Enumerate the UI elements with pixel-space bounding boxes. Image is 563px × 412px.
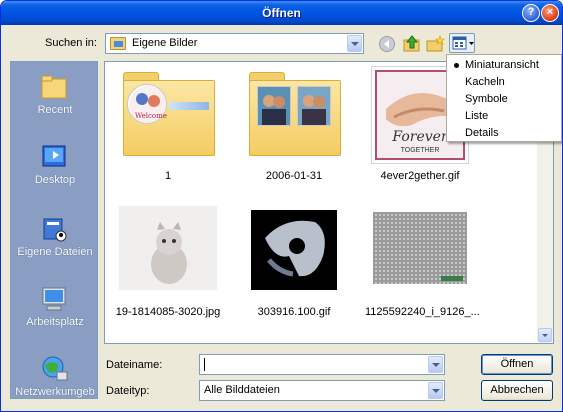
back-button[interactable] [378,35,396,53]
thumbnail [245,66,343,164]
close-icon: × [546,6,554,18]
open-button[interactable]: Öffnen [481,354,553,375]
view-menu-button[interactable] [449,33,475,53]
file-item[interactable]: 303916.100.gif [239,202,349,332]
title-bar[interactable]: Öffnen ? × [1,1,562,25]
thumbnail [371,202,469,300]
help-button[interactable]: ? [522,4,540,22]
folder-preview-text: Welcome [135,112,167,120]
places-bar: Recent Desktop Eigene Dateien Arbeitspla… [10,61,98,399]
recent-folder-icon [41,75,67,99]
chevron-down-icon[interactable] [347,35,362,52]
file-item[interactable]: 1125592240_i_9126_... [365,202,480,332]
scroll-down-button[interactable] [538,328,552,342]
file-item[interactable]: 19-1814085-3020.jpg [113,202,223,332]
filetype-dropdown[interactable]: Alle Bilddateien [199,380,445,401]
selected-bullet-icon [454,63,459,68]
new-folder-button[interactable] [425,34,445,52]
filetype-label: Dateityp: [106,385,150,397]
look-in-label: Suchen in: [45,37,97,49]
look-in-value: Eigene Bilder [132,37,198,49]
file-name: 1 [164,170,172,182]
view-menu: Miniaturansicht Kacheln Symbole Liste De… [446,54,562,142]
new-folder-icon [426,35,445,52]
text-cursor [204,358,205,371]
up-folder-button[interactable] [402,34,420,52]
place-network[interactable]: Netzwerkumgeb [11,346,99,408]
place-desktop[interactable]: Desktop [11,134,99,196]
file-item[interactable]: 2006-01-31 [239,66,349,196]
window-title: Öffnen [262,6,301,20]
place-recent[interactable]: Recent [11,64,99,126]
view-menu-item-details[interactable]: Details [447,125,561,142]
view-menu-item-tiles[interactable]: Kacheln [447,74,561,91]
thumbnail [119,202,217,300]
my-documents-icon [43,218,67,242]
place-label: Recent [37,104,73,116]
pictures-folder-icon [110,37,126,50]
open-dialog: Öffnen ? × Suchen in: Eigene Bilder Rece… [0,0,563,412]
my-computer-icon [42,287,66,311]
file-name: 2006-01-31 [265,170,323,182]
look-in-dropdown[interactable]: Eigene Bilder [105,33,364,54]
thumbnail-subtext: TOGETHER [400,147,440,154]
folder-preview-image [257,86,291,126]
filetype-value: Alle Bilddateien [204,384,280,396]
view-menu-item-thumbnails[interactable]: Miniaturansicht [447,57,561,74]
help-icon: ? [527,6,535,18]
view-menu-item-icons[interactable]: Symbole [447,91,561,108]
place-label: Arbeitsplatz [26,316,84,328]
filename-label: Dateiname: [106,359,163,371]
filename-input[interactable] [199,354,445,375]
cancel-button[interactable]: Abbrechen [481,380,553,401]
view-menu-item-list[interactable]: Liste [447,108,561,125]
place-label: Eigene Dateien [17,246,93,258]
folder-icon [249,72,341,156]
back-arrow-icon [379,36,395,52]
file-name: 19-1814085-3020.jpg [115,306,221,318]
file-name: 1125592240_i_9126_... [365,306,480,318]
folder-preview-image [297,86,331,126]
chevron-down-icon[interactable] [428,356,443,373]
chevron-down-icon[interactable] [428,382,443,399]
place-my-documents[interactable]: Eigene Dateien [11,206,99,268]
place-label: Netzwerkumgeb [15,386,95,398]
view-grid-icon [452,36,474,50]
up-folder-icon [403,35,420,52]
file-name: 303916.100.gif [257,306,331,318]
close-button[interactable]: × [541,4,559,22]
file-item[interactable]: Welcome 1 [113,66,223,196]
file-name: 4ever2gether.gif [380,170,460,182]
folder-icon: Welcome [123,72,215,156]
network-icon [42,356,68,381]
place-label: Desktop [34,174,76,186]
place-my-computer[interactable]: Arbeitsplatz [11,276,99,338]
thumbnail: Welcome [119,66,217,164]
desktop-icon [42,145,66,167]
thumbnail [245,202,343,300]
